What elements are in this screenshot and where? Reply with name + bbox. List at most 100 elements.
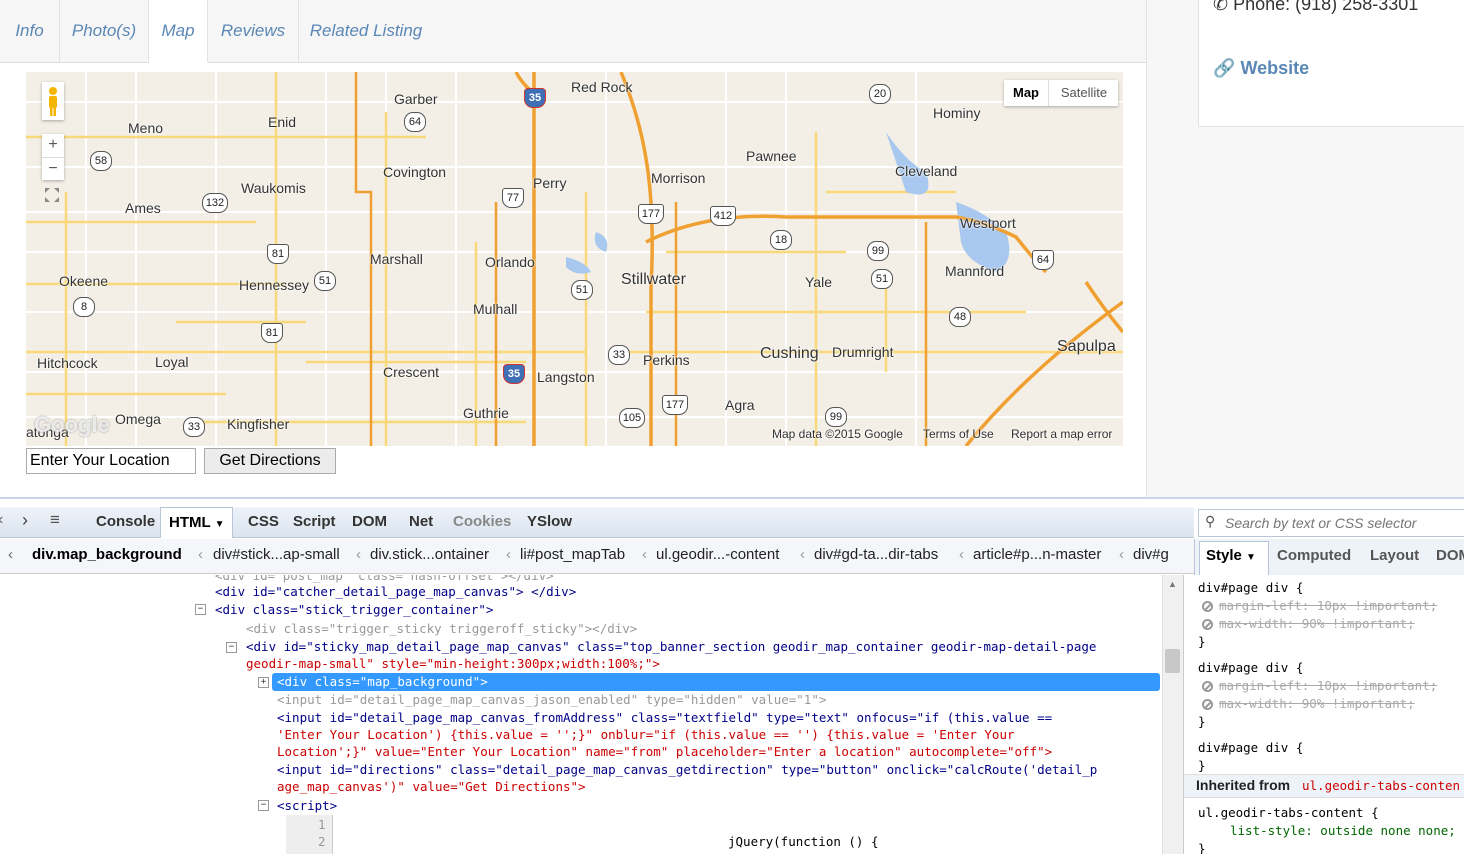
css-property-text: margin-left: 10px !important;	[1219, 598, 1438, 613]
google-logo[interactable]: Google	[34, 412, 110, 438]
town-label: Drumright	[832, 344, 894, 360]
route-shield: 33	[608, 345, 630, 365]
devtools-tab-cookies[interactable]: Cookies	[453, 507, 511, 537]
map-type-map-button[interactable]: Map	[1004, 80, 1048, 106]
tab-related-listing[interactable]: Related Listing	[299, 0, 433, 62]
town-label: Westport	[960, 215, 1016, 231]
scroll-up-icon[interactable]: ▲	[1168, 579, 1177, 589]
devtools-tab-dom[interactable]: DOM	[352, 507, 387, 537]
tab-map[interactable]: Map	[149, 0, 208, 63]
collapse-toggle[interactable]: −	[195, 604, 206, 615]
website-row[interactable]: 🔗 Website	[1213, 58, 1309, 79]
css-selector[interactable]: div#page div {	[1198, 739, 1303, 757]
command-line-icon[interactable]: ≡	[50, 510, 60, 530]
html-tree-scrollbar[interactable]: ▲	[1162, 575, 1183, 854]
breadcrumb-item[interactable]: div#stick...ap-small	[213, 546, 340, 563]
breadcrumb: ‹ div.map_background ‹ div#stick...ap-sm…	[0, 539, 1194, 574]
breadcrumb-item[interactable]: div#gd-ta...dir-tabs	[814, 546, 938, 563]
collapse-toggle[interactable]: −	[258, 800, 269, 811]
disabled-icon	[1202, 699, 1213, 710]
phone-text[interactable]: Phone: (918) 258-3301	[1233, 0, 1418, 14]
collapse-toggle[interactable]: −	[226, 642, 237, 653]
tab-reviews[interactable]: Reviews	[208, 0, 299, 62]
map-type-control: Map Satellite	[1004, 80, 1118, 106]
town-label: Crescent	[383, 364, 440, 380]
town-label: Okeene	[59, 273, 109, 289]
zoom-out-button[interactable]: −	[42, 157, 64, 180]
tab-computed[interactable]: Computed	[1277, 547, 1351, 564]
tree-line[interactable]: <input id="detail_page_map_canvas_fromAd…	[277, 709, 1052, 726]
css-selector[interactable]: div#page div {	[1198, 579, 1303, 597]
tree-line[interactable]: Location';}" value="Enter Your Location"…	[277, 743, 1052, 760]
tree-line-selected[interactable]: <div class="map_background">	[277, 673, 488, 690]
devtools-tab-html[interactable]: HTML ▼	[160, 507, 234, 538]
devtools-tab-net[interactable]: Net	[409, 507, 433, 537]
breadcrumb-left-arrow-icon[interactable]: ‹	[8, 546, 13, 563]
tab-layout[interactable]: Layout	[1370, 547, 1419, 564]
website-link[interactable]: Website	[1240, 58, 1309, 78]
breadcrumb-item[interactable]: article#p...n-master	[973, 546, 1101, 563]
town-label: Hitchcock	[37, 355, 98, 371]
report-map-error-link[interactable]: Report a map error	[1011, 427, 1112, 441]
devtools-search[interactable]: ⚲	[1198, 509, 1464, 537]
css-property-disabled[interactable]: margin-left: 10px !important;	[1202, 597, 1437, 615]
devtools-search-input[interactable]	[1223, 512, 1463, 534]
tab-info[interactable]: Info	[0, 0, 60, 62]
route-shield: 99	[867, 241, 889, 261]
tree-line[interactable]: 'Enter Your Location') {this.value = '';…	[277, 726, 1015, 743]
location-input[interactable]	[26, 448, 196, 474]
breadcrumb-item[interactable]: div.stick...ontainer	[370, 546, 489, 563]
inherited-header: Inherited from ul.geodir-tabs-conten	[1184, 774, 1464, 798]
breadcrumb-item[interactable]: div.map_background	[32, 546, 182, 563]
fullscreen-icon[interactable]	[43, 186, 61, 204]
disabled-icon	[1202, 681, 1213, 692]
expand-toggle[interactable]: +	[258, 677, 269, 688]
devtools-tab-css[interactable]: CSS	[248, 507, 279, 537]
map-type-satellite-button[interactable]: Satellite	[1048, 80, 1119, 106]
css-selector[interactable]: div#page div {	[1198, 659, 1303, 677]
tab-photos[interactable]: Photo(s)	[60, 0, 149, 62]
tree-line[interactable]: <div class="trigger_sticky triggeroff_st…	[246, 620, 637, 637]
devtools-tab-console[interactable]: Console	[96, 507, 155, 537]
town-label: Guthrie	[463, 405, 509, 421]
tab-dom[interactable]: DOM	[1436, 547, 1464, 564]
town-label: Garber	[394, 91, 438, 107]
tree-line[interactable]: geodir-map-small" style="min-height:300p…	[246, 655, 660, 672]
scrollbar-thumb[interactable]	[1165, 649, 1180, 673]
route-shield: 99	[825, 407, 847, 427]
pegman-icon	[49, 87, 57, 116]
devtools-tab-yslow[interactable]: YSlow	[527, 507, 572, 537]
css-property[interactable]: list-style: outside none none;	[1230, 822, 1456, 840]
css-property-disabled[interactable]: max-width: 90% !important;	[1202, 615, 1415, 633]
tree-line[interactable]: <div id="catcher_detail_page_map_canvas"…	[215, 583, 576, 600]
tab-style[interactable]: Style ▼	[1206, 547, 1256, 564]
tree-line[interactable]: <div id="sticky_map_detail_page_map_canv…	[246, 638, 1096, 655]
breadcrumb-item[interactable]: div#g	[1133, 546, 1169, 563]
tree-line[interactable]: <div class="stick_trigger_container">	[215, 601, 493, 618]
terms-of-use-link[interactable]: Terms of Use	[923, 427, 994, 441]
breadcrumb-separator: ‹	[959, 546, 964, 563]
css-property-text: margin-left: 10px !important;	[1219, 678, 1438, 693]
breadcrumb-item[interactable]: li#post_mapTab	[520, 546, 625, 563]
get-directions-button[interactable]: Get Directions	[204, 448, 336, 474]
zoom-in-button[interactable]: +	[42, 134, 64, 156]
inspect-arrow-icon[interactable]: ›	[22, 510, 28, 531]
tree-line[interactable]: <input id="detail_page_map_canvas_jason_…	[277, 691, 826, 708]
css-selector[interactable]: ul.geodir-tabs-content {	[1198, 804, 1379, 822]
inherited-label: Inherited from	[1196, 777, 1291, 793]
zoom-control: + −	[42, 134, 64, 180]
google-map[interactable]: Red Rock Garber Meno Enid Covington Perr…	[26, 72, 1123, 446]
tree-line[interactable]: age_map_canvas')" value="Get Directions"…	[277, 778, 586, 795]
css-property-disabled[interactable]: max-width: 90% !important;	[1202, 695, 1415, 713]
street-view-pegman[interactable]	[42, 82, 64, 120]
devtools-toolbar: ‹ › ≡ Console HTML ▼ CSS Script DOM Net …	[0, 507, 1194, 538]
inherited-from-link[interactable]: ul.geodir-tabs-conten	[1302, 778, 1460, 793]
breadcrumb-item[interactable]: ul.geodir...-content	[656, 546, 779, 563]
tree-line[interactable]: <script>	[277, 797, 337, 814]
tree-line[interactable]: <input id="directions" class="detail_pag…	[277, 761, 1097, 778]
devtools-tab-script[interactable]: Script	[293, 507, 336, 537]
css-property-disabled[interactable]: margin-left: 10px !important;	[1202, 677, 1437, 695]
route-shield: 412	[710, 206, 736, 226]
back-icon[interactable]: ‹	[0, 511, 3, 529]
breadcrumb-separator: ‹	[1119, 546, 1124, 563]
